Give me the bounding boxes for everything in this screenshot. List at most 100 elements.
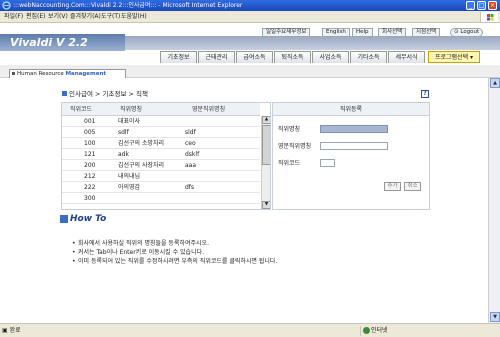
window-title: :::webNaccounting.Com:::Vivaldi 2.2:::인사…: [13, 2, 243, 9]
list-header: 직위코드 직위명칭 영문직위명칭: [62, 103, 260, 116]
nav-tab-attendance[interactable]: 근태관리: [198, 51, 235, 63]
menu-help[interactable]: 도움말(H): [121, 13, 147, 21]
logout-icon: ⊙: [454, 29, 459, 35]
page-scroll-down-icon[interactable]: ▼: [490, 312, 500, 322]
label-english-name: 영문직위명칭: [278, 143, 312, 150]
cell-english-name: ceo: [185, 140, 196, 147]
column-header-code: 직위코드: [70, 106, 93, 113]
nav-tab-wage-income[interactable]: 급여소득: [236, 51, 273, 63]
cell-english-name: aaa: [185, 162, 197, 169]
table-row[interactable]: 212 내의내님: [62, 171, 260, 182]
table-row[interactable]: 121 adk dsklf: [62, 149, 260, 160]
cell-code: 001: [84, 118, 96, 125]
module-label-emphasis: Management: [65, 71, 107, 77]
app-logo: Vivaldi V 2.2: [0, 34, 125, 51]
menu-view[interactable]: 보기(V): [48, 13, 68, 21]
program-select-value: 프로그램선택: [434, 54, 469, 61]
help-icon[interactable]: ?: [421, 90, 429, 98]
breadcrumb: 인사급여 > 기초정보 > 직책: [62, 90, 148, 98]
menu-file[interactable]: 파일(F): [4, 13, 23, 21]
cell-code: 005: [84, 129, 96, 136]
cell-code: 222: [84, 184, 96, 191]
position-register-panel: 직위등록 직위명칭 영문직위명칭 직위코드 추가 취소: [272, 102, 430, 210]
cell-name: 내의내님: [118, 173, 141, 180]
window-title-bar: :::webNaccounting.Com:::Vivaldi 2.2:::인사…: [0, 0, 500, 11]
internet-zone-icon: [363, 327, 370, 334]
status-text: ▣ 완료: [2, 327, 21, 335]
status-done-label: 완료: [9, 327, 21, 334]
module-tab-hrm: Human Resource Management: [9, 69, 126, 78]
maximize-icon[interactable]: □: [477, 1, 486, 10]
security-zone: 인터넷: [360, 326, 498, 336]
chevron-down-icon: ▾: [470, 54, 474, 61]
main-content: 인사급여 > 기초정보 > 직책 ? 직위코드 직위명칭 영문직위명칭 001 …: [0, 78, 488, 323]
breadcrumb-text: 인사급여 > 기초정보 > 직책: [69, 90, 148, 98]
minimize-icon[interactable]: _: [466, 1, 475, 10]
nav-tab-retirement-income[interactable]: 퇴직소득: [274, 51, 311, 63]
register-title: 직위등록: [273, 103, 429, 116]
scroll-down-icon[interactable]: ▼: [262, 201, 270, 209]
column-header-english-name: 영문직위명칭: [192, 106, 226, 113]
nav-tab-tax-forms[interactable]: 세무서식: [388, 51, 425, 63]
table-row[interactable]: 200 김선구의 사장자리 aaa: [62, 160, 260, 171]
position-list: 직위코드 직위명칭 영문직위명칭 001 대표이사 005 sdlf sldf …: [61, 102, 271, 210]
label-position-code: 직위코드: [278, 160, 301, 167]
page-icon: ▣: [2, 327, 8, 334]
scroll-thumb[interactable]: [262, 125, 270, 165]
logout-button[interactable]: ⊙ Logout: [450, 28, 484, 37]
howto-title: How To: [70, 214, 107, 224]
close-icon[interactable]: ×: [488, 1, 497, 10]
nav-tab-basic-info[interactable]: 기초정보: [160, 51, 197, 63]
list-item: 회사에서 사용하실 직위의 명칭들을 등록하여주시오.: [72, 240, 277, 249]
table-row[interactable]: 001 대표이사: [62, 116, 260, 127]
nav-tab-other-income[interactable]: 기타소득: [350, 51, 387, 63]
menu-favorites[interactable]: 즐겨찾기(A): [70, 13, 101, 21]
cell-name: adk: [118, 151, 129, 158]
table-row[interactable]: 222 아의영감 dfs: [62, 182, 260, 193]
cell-code: 212: [84, 173, 96, 180]
top-link-help[interactable]: Help: [352, 28, 373, 37]
cell-code: 300: [84, 195, 96, 202]
top-link-branch-select[interactable]: 지점선택: [412, 28, 441, 37]
list-item: 커서는 Tab이나 Enter키로 이동시킬 수 있습니다.: [72, 249, 277, 258]
add-button[interactable]: 추가: [384, 182, 401, 191]
table-row[interactable]: 300: [62, 193, 260, 204]
app-header: Vivaldi V 2.2 일일주요재무정보 English Help 회사선택…: [0, 23, 500, 65]
nav-tab-business-income[interactable]: 사업소득: [312, 51, 349, 63]
menu-edit[interactable]: 편집(E): [26, 13, 46, 21]
cell-english-name: dfs: [185, 184, 195, 191]
top-link-company-select[interactable]: 회사선택: [378, 28, 407, 37]
table-row[interactable]: 100 김선구의 소망자리 ceo: [62, 138, 260, 149]
logout-label: Logout: [460, 29, 480, 35]
page-scroll-up-icon[interactable]: ▲: [490, 78, 500, 88]
cancel-button[interactable]: 취소: [404, 182, 421, 191]
cell-name: 김선구의 사장자리: [118, 162, 165, 169]
cell-code: 121: [84, 151, 96, 158]
scroll-up-icon[interactable]: ▲: [262, 116, 270, 124]
position-code-input[interactable]: [320, 159, 335, 167]
module-bar: Human Resource Management: [0, 65, 500, 78]
program-select-dropdown[interactable]: 프로그램선택 ▾: [428, 51, 480, 63]
cell-name: 아의영감: [118, 184, 141, 191]
menu-tools[interactable]: 도구(T): [101, 13, 120, 21]
square-icon: [12, 72, 15, 75]
cell-code: 200: [84, 162, 96, 169]
column-header-name: 직위명칭: [120, 106, 143, 113]
howto-icon: [60, 214, 68, 223]
table-row[interactable]: 005 sdlf sldf: [62, 127, 260, 138]
cell-code: 100: [84, 140, 96, 147]
list-scrollbar[interactable]: ▲ ▼: [261, 116, 270, 209]
label-position-name: 직위명칭: [278, 126, 301, 133]
module-label: Human Resource: [17, 71, 66, 77]
cell-english-name: dsklf: [185, 151, 200, 158]
top-link-english[interactable]: English: [322, 28, 350, 37]
cell-english-name: sldf: [185, 129, 196, 136]
howto-tips: 회사에서 사용하실 직위의 명칭들을 등록하여주시오. 커서는 Tab이나 En…: [72, 240, 277, 267]
status-bar: ▣ 완료 인터넷: [0, 323, 500, 337]
list-item: 이미 등록되어 있는 직위를 수정하시려면 우측의 직위코드를 클릭하시면 됩니…: [72, 258, 277, 267]
english-name-input[interactable]: [320, 142, 388, 150]
position-name-input[interactable]: [320, 125, 388, 133]
top-link-daily-finance[interactable]: 일일주요재무정보: [262, 28, 311, 37]
page-scrollbar[interactable]: ▲ ▼: [488, 78, 500, 323]
breadcrumb-icon: [62, 91, 67, 96]
